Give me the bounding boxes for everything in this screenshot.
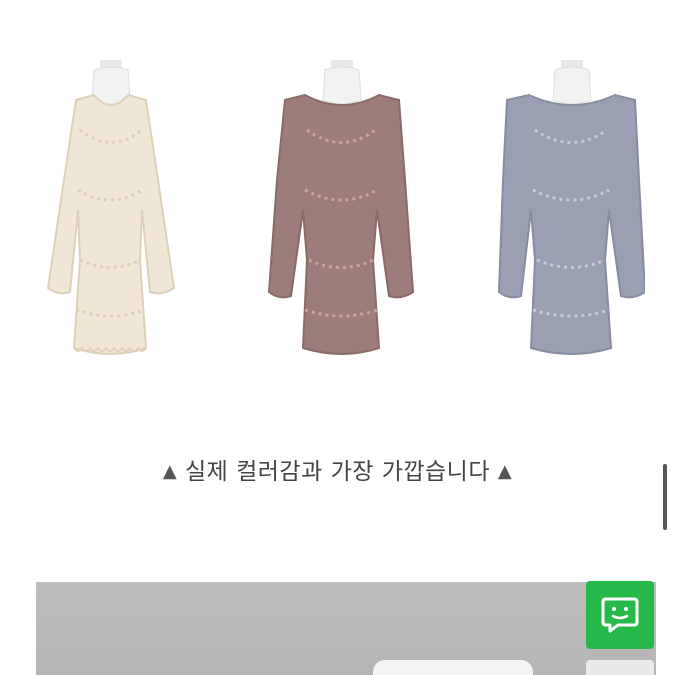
lavender-dress-body [497, 93, 645, 355]
chat-button[interactable] [586, 581, 654, 649]
color-note-text: 실제 컬러감과 가장 가깝습니다 [184, 459, 490, 485]
product-color-gallery [0, 40, 675, 380]
floating-menu-tab[interactable] [586, 660, 654, 675]
color-note-caption: ▲ 실제 컬러감과 가장 가깝습니다 ▲ [0, 452, 675, 486]
white-object [373, 660, 533, 675]
mannequin [322, 60, 362, 105]
vertical-scrollbar[interactable] [663, 464, 667, 530]
mauve-lace-dress-image [267, 60, 415, 355]
triangle-up-icon: ▲ [162, 461, 178, 482]
chat-bubble-icon [601, 597, 639, 633]
mannequin [552, 60, 592, 105]
next-product-photo [36, 582, 656, 675]
triangle-up-icon: ▲ [497, 461, 513, 482]
lavender-grey-lace-dress-image [497, 60, 645, 355]
mannequin [91, 60, 131, 105]
ivory-lace-dress-image [46, 60, 176, 355]
